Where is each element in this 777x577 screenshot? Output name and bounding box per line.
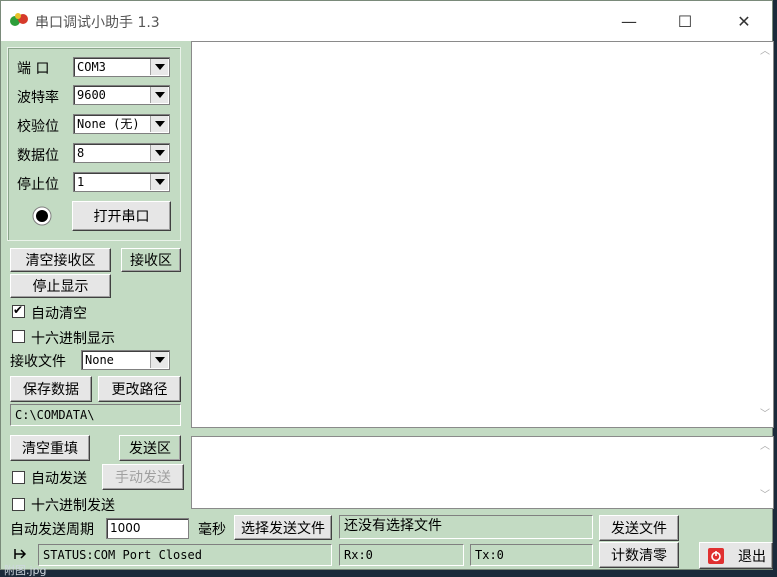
close-button[interactable]: ✕ <box>716 1 772 41</box>
status-text: STATUS:COM Port Closed <box>38 544 332 566</box>
save-path-display: C:\COMDATA\ <box>10 404 181 426</box>
receive-file-value: None <box>85 353 114 367</box>
clear-receive-button[interactable]: 清空接收区 <box>10 248 111 272</box>
hex-send-label: 十六进制发送 <box>31 498 115 514</box>
maximize-button[interactable]: ☐ <box>657 1 713 41</box>
chevron-down-icon[interactable] <box>150 87 168 103</box>
auto-clear-checkbox[interactable] <box>12 303 25 318</box>
main-window: 串口调试小助手 1.3 — ☐ ✕ 端 口 COM3 波特率 9600 校验位 … <box>0 0 774 570</box>
send-period-input[interactable]: 1000 <box>106 518 189 539</box>
auto-clear-label: 自动清空 <box>31 306 87 322</box>
databits-label: 数据位 <box>17 148 59 164</box>
exit-label: 退出 <box>738 548 766 565</box>
parity-value: None (无) <box>77 117 140 131</box>
parity-label: 校验位 <box>17 119 59 135</box>
clear-send-button[interactable]: 清空重填 <box>10 435 90 461</box>
auto-send-label: 自动发送 <box>31 471 87 487</box>
send-scrollbar[interactable]: ︿ ﹀ <box>756 437 773 508</box>
send-area-label: 发送区 <box>119 435 181 461</box>
databits-value: 8 <box>77 146 85 160</box>
port-select[interactable]: COM3 <box>73 57 170 77</box>
hex-display-checkbox[interactable] <box>12 330 25 343</box>
baud-label: 波特率 <box>17 90 59 106</box>
exit-button[interactable]: 退出 <box>699 542 773 569</box>
scroll-down-icon[interactable]: ﹀ <box>760 491 770 501</box>
tx-counter: Tx:0 <box>470 544 593 566</box>
window-title: 串口调试小助手 1.3 <box>35 15 160 31</box>
receive-scrollbar[interactable]: ︿ ﹀ <box>756 42 773 427</box>
receive-textarea[interactable]: ︿ ﹀ <box>191 41 774 428</box>
scroll-up-icon[interactable]: ︿ <box>760 442 770 452</box>
power-icon <box>708 547 724 564</box>
port-status-indicator-icon <box>32 206 52 226</box>
stopbits-value: 1 <box>77 175 85 189</box>
send-file-button[interactable]: 发送文件 <box>599 515 679 541</box>
pin-icon <box>14 549 27 559</box>
receive-file-label: 接收文件 <box>10 354 66 370</box>
choose-send-file-button[interactable]: 选择发送文件 <box>234 515 332 540</box>
hex-send-checkbox[interactable] <box>12 498 25 511</box>
baud-value: 9600 <box>77 88 106 102</box>
period-unit-label: 毫秒 <box>198 522 226 538</box>
chevron-down-icon[interactable] <box>150 145 168 161</box>
send-period-label: 自动发送周期 <box>10 522 94 538</box>
receive-area-label: 接收区 <box>121 248 181 272</box>
change-path-button[interactable]: 更改路径 <box>98 376 181 402</box>
send-file-status: 还没有选择文件 <box>339 515 593 539</box>
databits-select[interactable]: 8 <box>73 143 170 163</box>
parity-select[interactable]: None (无) <box>73 114 170 134</box>
minimize-button[interactable]: — <box>601 1 657 41</box>
title-bar[interactable]: 串口调试小助手 1.3 — ☐ ✕ <box>1 1 772 41</box>
chevron-down-icon[interactable] <box>150 174 168 190</box>
background-file-label: 附图.jpg <box>4 564 47 577</box>
receive-file-select[interactable]: None <box>81 350 170 370</box>
scroll-down-icon[interactable]: ﹀ <box>760 410 770 420</box>
manual-send-button[interactable]: 手动发送 <box>102 464 184 490</box>
hex-display-label: 十六进制显示 <box>31 331 115 347</box>
save-data-button[interactable]: 保存数据 <box>10 376 92 402</box>
stopbits-label: 停止位 <box>17 177 59 193</box>
reset-counter-button[interactable]: 计数清零 <box>599 542 679 568</box>
chevron-down-icon[interactable] <box>150 59 168 75</box>
open-port-button[interactable]: 打开串口 <box>72 201 171 231</box>
baud-select[interactable]: 9600 <box>73 85 170 105</box>
auto-send-checkbox[interactable] <box>12 471 25 484</box>
port-value: COM3 <box>77 60 106 74</box>
port-label: 端 口 <box>17 61 50 77</box>
rx-counter: Rx:0 <box>339 544 464 566</box>
scroll-up-icon[interactable]: ︿ <box>760 47 770 57</box>
send-textarea[interactable]: ︿ ﹀ <box>191 436 774 509</box>
stopbits-select[interactable]: 1 <box>73 172 170 192</box>
app-icon <box>10 13 28 26</box>
chevron-down-icon[interactable] <box>150 352 168 368</box>
chevron-down-icon[interactable] <box>150 116 168 132</box>
stop-display-button[interactable]: 停止显示 <box>10 274 111 298</box>
